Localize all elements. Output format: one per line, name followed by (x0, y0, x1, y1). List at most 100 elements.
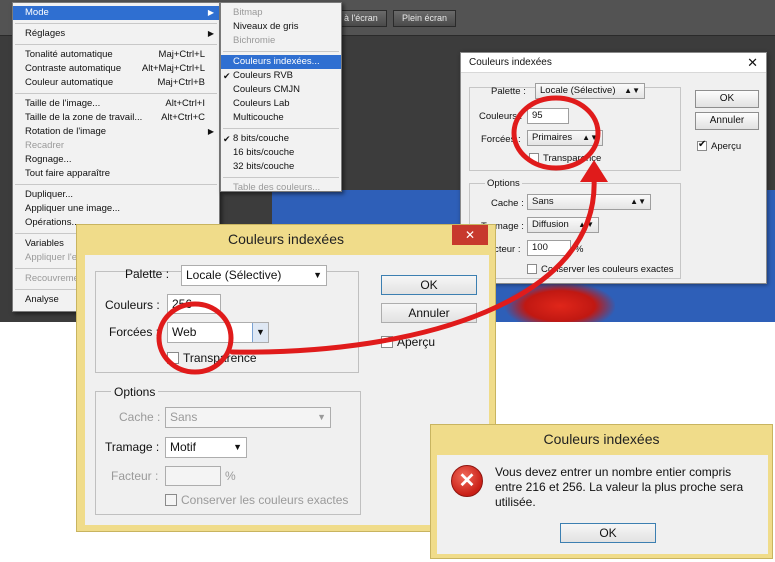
forced-label: Forcées : (481, 134, 521, 145)
cache-label: Cache : (491, 198, 524, 209)
dialog-body: ✕ Vous devez entrer un nombre entier com… (437, 455, 768, 554)
menu-item-label: Variables (25, 238, 64, 249)
colors-input[interactable]: 256 (167, 294, 221, 314)
preserve-colors-checkbox[interactable] (165, 494, 177, 506)
submenu-item[interactable]: 32 bits/couche (221, 160, 341, 174)
submenu-item[interactable]: Couleurs indexées... (221, 55, 341, 69)
factor-input[interactable] (165, 466, 221, 486)
menu-item[interactable]: Rotation de l'image ▶ (13, 125, 219, 139)
menu-item[interactable]: Taille de l'image... Alt+Ctrl+I (13, 97, 219, 111)
menu-item[interactable]: Mode ▶ (13, 6, 219, 20)
menu-item-label: Taille de l'image... (25, 98, 101, 109)
chevron-down-icon: ▲▼ (578, 220, 594, 229)
checkmark-icon: ✔ (382, 335, 392, 347)
submenu-item[interactable]: Multicouche (221, 111, 341, 125)
cancel-button[interactable]: Annuler (695, 112, 759, 130)
submenu-item[interactable]: Bichromie (221, 34, 341, 48)
menu-item-label: Couleur automatique (25, 77, 114, 88)
chevron-down-icon: ▼ (233, 442, 242, 452)
submenu-arrow-icon: ▶ (207, 127, 214, 136)
dialog-body: Palette : Locale (Sélective) ▼ Couleurs :… (85, 255, 489, 525)
menu-item[interactable]: Réglages ▶ (13, 27, 219, 41)
transparency-label: Transparence (183, 351, 257, 365)
submenu-item-label: 16 bits/couche (233, 147, 295, 158)
submenu-item-label: Couleurs RVB (233, 70, 294, 81)
transparency-checkbox[interactable] (529, 153, 539, 163)
submenu-item-label: Multicouche (233, 112, 284, 123)
factor-label: Facteur : (111, 469, 159, 483)
submenu-item-label: Bichromie (233, 35, 276, 46)
menu-item[interactable]: Tout faire apparaître (13, 167, 219, 181)
close-icon[interactable]: ✕ (747, 55, 758, 71)
menu-separator (15, 184, 217, 185)
ok-button[interactable]: OK (560, 523, 656, 543)
indexed-color-dialog-small: Couleurs indexées ✕ Palette : Locale (Sé… (460, 52, 767, 284)
fit-screen-button[interactable]: à l'écran (335, 10, 387, 27)
palette-select[interactable]: Locale (Sélective) ▲▼ (535, 83, 645, 99)
submenu-item[interactable]: 16 bits/couche (221, 146, 341, 160)
colors-label: Couleurs : (479, 111, 523, 122)
palette-label: Palette : (125, 267, 170, 281)
close-button[interactable]: ✕ (452, 225, 488, 245)
preview-checkbox[interactable]: ✔ (697, 139, 707, 151)
submenu-item[interactable]: ✔ 8 bits/couche (221, 132, 341, 146)
menu-item[interactable]: Contraste automatique Alt+Maj+Ctrl+L (13, 62, 219, 76)
submenu-item-label: Couleurs Lab (233, 98, 290, 109)
menu-item-shortcut: Maj+Ctrl+B (157, 77, 205, 88)
mode-submenu: Bitmap Niveaux de gris Bichromie Couleurs i… (220, 2, 342, 195)
dither-select[interactable]: Diffusion ▲▼ (527, 217, 599, 233)
preserve-colors-checkbox[interactable] (527, 264, 537, 274)
submenu-item[interactable]: Table des couleurs... (221, 181, 341, 195)
ok-button[interactable]: OK (695, 90, 759, 108)
menu-item[interactable]: Taille de la zone de travail... Alt+Ctrl+… (13, 111, 219, 125)
submenu-item[interactable]: ✔ Couleurs RVB (221, 69, 341, 83)
transparency-checkbox[interactable] (167, 352, 179, 364)
factor-input[interactable]: 100 (527, 240, 571, 256)
menu-item[interactable]: Appliquer une image... (13, 202, 219, 216)
cancel-button[interactable]: Annuler (381, 303, 477, 323)
menu-item[interactable]: Tonalité automatique Maj+Ctrl+L (13, 48, 219, 62)
menu-item-label: Rognage... (25, 154, 72, 165)
cache-select[interactable]: Sans ▼ (165, 407, 331, 428)
ok-button[interactable]: OK (381, 275, 477, 295)
preview-label: Aperçu (711, 141, 742, 152)
menu-item-label: Tout faire apparaître (25, 168, 111, 179)
forced-select[interactable]: Web ▼ (167, 322, 269, 343)
chevron-down-icon: ▲▼ (630, 197, 646, 206)
options-label: Options (485, 178, 522, 189)
menu-item-label: Recadrer (25, 140, 65, 151)
menu-item-label: Appliquer une image... (25, 203, 121, 214)
error-dialog: Couleurs indexées ✕ Vous devez entrer un… (430, 424, 773, 559)
menu-separator (223, 51, 339, 52)
menu-item-label: Contraste automatique (25, 63, 122, 74)
menu-item-shortcut: Alt+Ctrl+C (161, 112, 205, 123)
palette-select[interactable]: Locale (Sélective) ▼ (181, 265, 327, 286)
dither-select[interactable]: Motif ▼ (165, 437, 247, 458)
submenu-item-label: Couleurs CMJN (233, 84, 301, 95)
submenu-item[interactable]: Niveaux de gris (221, 20, 341, 34)
menu-item[interactable]: Recadrer (13, 139, 219, 153)
menu-item-label: Opérations... (25, 217, 80, 228)
cache-label: Cache : (119, 410, 161, 424)
palette-label: Palette : (491, 86, 526, 97)
chevron-down-icon: ▼ (252, 323, 268, 342)
menu-item-shortcut: Maj+Ctrl+L (158, 49, 205, 60)
colors-input[interactable]: 95 (527, 108, 569, 124)
close-icon: ✕ (464, 228, 476, 242)
forced-select[interactable]: Primaires ▲▼ (527, 130, 603, 146)
submenu-item[interactable]: Bitmap (221, 6, 341, 20)
error-icon: ✕ (451, 465, 483, 497)
menu-item[interactable]: Dupliquer... (13, 188, 219, 202)
menu-item[interactable]: Rognage... (13, 153, 219, 167)
preview-checkbox[interactable]: ✔ (381, 335, 393, 348)
cache-select[interactable]: Sans ▲▼ (527, 194, 651, 210)
submenu-item[interactable]: Couleurs CMJN (221, 83, 341, 97)
menu-item-label: Analyse (25, 294, 59, 305)
full-screen-button[interactable]: Plein écran (393, 10, 457, 27)
menu-item-label: Réglages (25, 28, 66, 39)
preserve-colors-label: Conserver les couleurs exactes (181, 493, 349, 507)
colors-label: Couleurs : (105, 298, 160, 312)
chevron-down-icon: ▼ (313, 270, 322, 280)
submenu-item[interactable]: Couleurs Lab (221, 97, 341, 111)
menu-item[interactable]: Couleur automatique Maj+Ctrl+B (13, 76, 219, 90)
